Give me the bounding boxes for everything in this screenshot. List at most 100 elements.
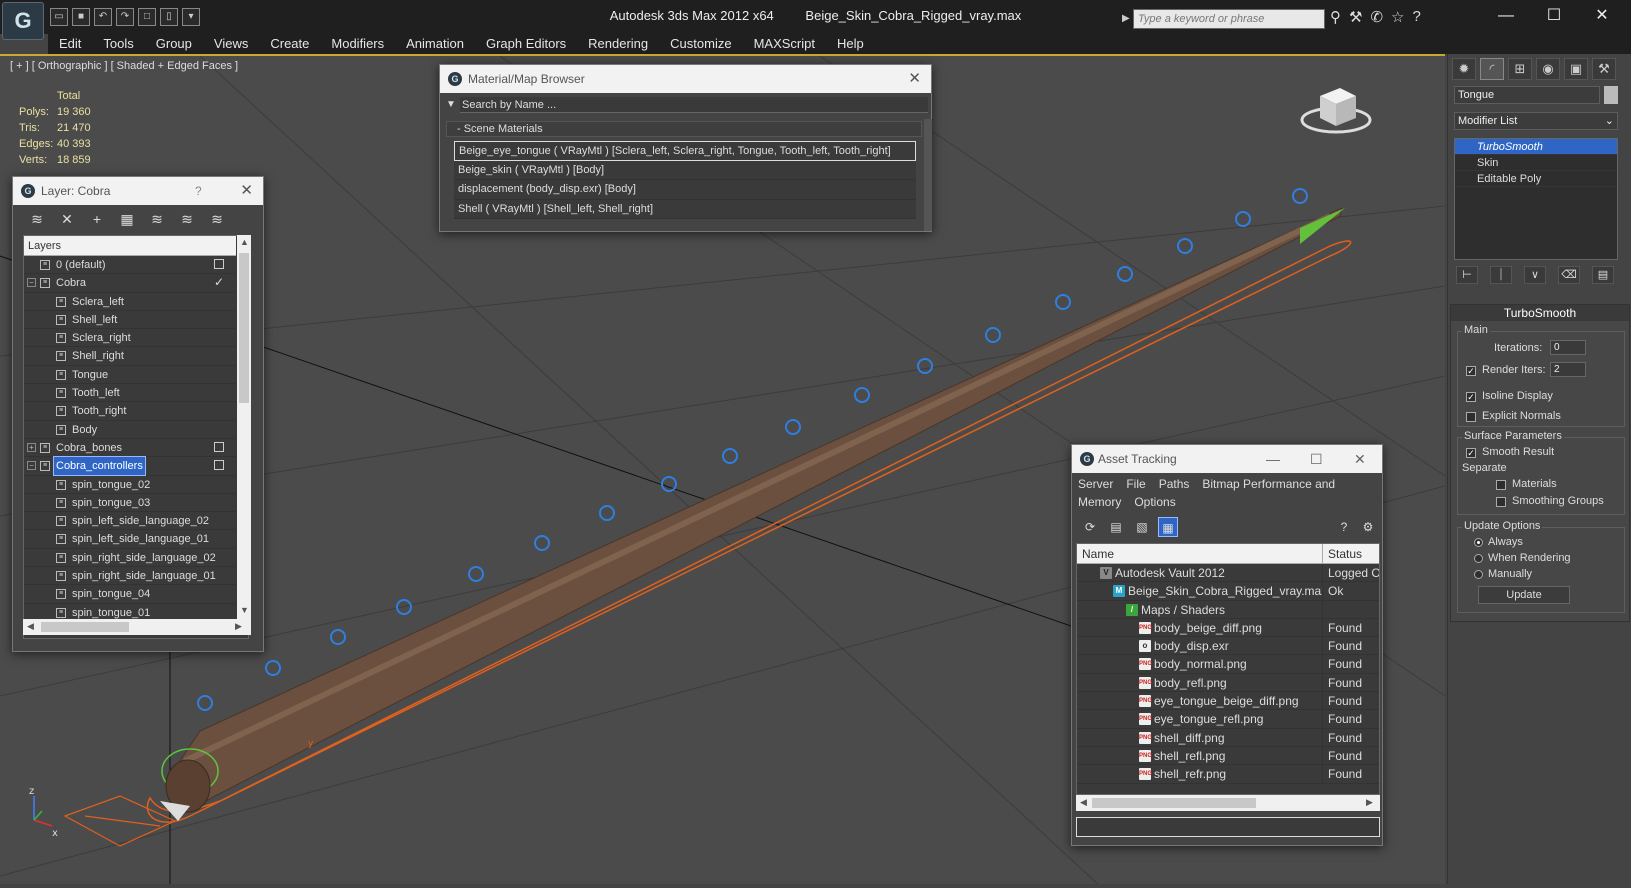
layer-row[interactable]: ≡ Body bbox=[24, 421, 236, 439]
undo-icon[interactable]: ↶ bbox=[94, 8, 112, 26]
scroll-up-icon[interactable]: ▲ bbox=[240, 237, 249, 247]
smooth-result-checkbox[interactable]: ✓ bbox=[1466, 448, 1476, 458]
layer-row[interactable]: ≡ 0 (default) bbox=[24, 256, 236, 275]
pin-stack-icon[interactable]: ⊢ bbox=[1456, 266, 1478, 284]
stack-item-turbosmooth[interactable]: TurboSmooth bbox=[1455, 139, 1617, 155]
layer-list-header[interactable]: Layers bbox=[24, 236, 236, 256]
maximize-icon[interactable]: ☐ bbox=[1530, 5, 1578, 27]
isoline-display-checkbox[interactable]: ✓ bbox=[1466, 392, 1476, 402]
minimize-icon[interactable]: — bbox=[1482, 5, 1530, 27]
maximize-icon[interactable]: ☐ bbox=[1310, 445, 1323, 473]
list-view-icon[interactable]: ▤ bbox=[1106, 517, 1126, 537]
fetch-icon[interactable]: ▯ bbox=[160, 8, 178, 26]
menu-views[interactable]: Views bbox=[203, 34, 259, 54]
asset-row[interactable]: PNG eye_tongue_beige_diff.png Found bbox=[1077, 692, 1379, 711]
scene-materials-group[interactable]: - Scene Materials bbox=[446, 121, 922, 137]
thumbnail-view-icon[interactable]: ▧ bbox=[1132, 517, 1152, 537]
scroll-down-icon[interactable]: ▼ bbox=[240, 605, 249, 615]
hierarchy-tab-icon[interactable]: ⊞ bbox=[1508, 58, 1532, 80]
help-icon[interactable]: ? bbox=[1334, 517, 1354, 537]
layer-row[interactable]: ≡ spin_tongue_04 bbox=[24, 585, 236, 604]
asset-horizontal-scrollbar[interactable]: ◀ ▶ bbox=[1076, 795, 1380, 811]
update-button[interactable]: Update bbox=[1478, 586, 1570, 604]
menu-help[interactable]: Help bbox=[826, 34, 875, 54]
close-icon[interactable]: ✕ bbox=[1354, 445, 1366, 473]
render-iters-spinner[interactable]: 2 bbox=[1550, 362, 1586, 377]
manually-radio[interactable] bbox=[1474, 570, 1483, 579]
menu-tools[interactable]: Tools bbox=[92, 34, 144, 54]
when-rendering-radio[interactable] bbox=[1474, 554, 1483, 563]
asset-row[interactable]: VAutodesk Vault 2012 Logged Out bbox=[1077, 564, 1379, 583]
menu-customize[interactable]: Customize bbox=[659, 34, 742, 54]
asset-row[interactable]: PNG shell_diff.png Found bbox=[1077, 728, 1379, 747]
minimize-icon[interactable]: — bbox=[1266, 445, 1280, 473]
asset-menu-server[interactable]: Server bbox=[1078, 477, 1113, 491]
layer-row[interactable]: ≡ Sclera_left bbox=[24, 293, 236, 311]
viewport-label[interactable]: [ + ] [ Orthographic ] [ Shaded + Edged … bbox=[10, 60, 238, 72]
delete-layer-icon[interactable]: ✕ bbox=[57, 209, 77, 229]
add-to-layer-icon[interactable]: + bbox=[87, 209, 107, 229]
layer-hscroll-thumb[interactable] bbox=[41, 622, 129, 632]
layer-row[interactable]: ≡ Tongue bbox=[24, 366, 236, 385]
asset-menu-options[interactable]: Options bbox=[1134, 495, 1175, 509]
asset-row[interactable]: PNG body_normal.png Found bbox=[1077, 655, 1379, 674]
always-radio[interactable] bbox=[1474, 538, 1483, 547]
asset-row[interactable]: M Beige_Skin_Cobra_Rigged_vray.max Ok bbox=[1077, 582, 1379, 601]
layer-row[interactable]: ≡ spin_tongue_02 bbox=[24, 476, 236, 494]
layer-row[interactable]: ≡ Tooth_right bbox=[24, 402, 236, 421]
materials-checkbox[interactable] bbox=[1496, 480, 1506, 490]
highlight-layer-icon[interactable]: ≋ bbox=[147, 209, 167, 229]
asset-row[interactable]: PNG shell_refr.png Found bbox=[1077, 765, 1379, 784]
layer-row[interactable]: ≡ spin_left_side_language_01 bbox=[24, 530, 236, 549]
asset-tracking-titlebar[interactable]: G Asset Tracking — ☐ ✕ bbox=[1072, 445, 1382, 473]
favorites-star-icon[interactable]: ☆ bbox=[1391, 8, 1404, 26]
table-view-icon[interactable]: ▦ bbox=[1158, 517, 1178, 537]
qat-dropdown-icon[interactable]: ▾ bbox=[182, 8, 200, 26]
app-logo-icon[interactable]: G bbox=[2, 2, 44, 40]
render-iters-checkbox[interactable]: ✓ bbox=[1466, 366, 1476, 376]
layer-row[interactable]: ≡ Shell_right bbox=[24, 347, 236, 366]
material-row[interactable]: displacement (body_disp.exr) [Body] bbox=[454, 180, 916, 200]
close-icon[interactable]: ✕ bbox=[908, 65, 921, 93]
explicit-normals-checkbox[interactable] bbox=[1466, 412, 1476, 422]
menu-graph-editors[interactable]: Graph Editors bbox=[475, 34, 577, 54]
show-end-result-icon[interactable]: ⏐ bbox=[1490, 266, 1512, 284]
layer-row[interactable]: − ≡ Cobra_controllers bbox=[24, 456, 236, 477]
help-icon[interactable]: ? bbox=[1412, 8, 1420, 26]
asset-row[interactable]: o body_disp.exr Found bbox=[1077, 637, 1379, 656]
scroll-left-icon[interactable]: ◀ bbox=[27, 621, 34, 632]
asset-menu-paths[interactable]: Paths bbox=[1159, 477, 1190, 491]
configure-sets-icon[interactable]: ▤ bbox=[1592, 266, 1614, 284]
menu-maxscript[interactable]: MAXScript bbox=[743, 34, 826, 54]
help-icon[interactable]: ? bbox=[195, 177, 202, 205]
asset-row[interactable]: PNG body_refl.png Found bbox=[1077, 673, 1379, 693]
smoothing-groups-checkbox[interactable] bbox=[1496, 497, 1506, 507]
layer-scroll-thumb[interactable] bbox=[239, 253, 249, 403]
material-row[interactable]: Shell ( VRayMtl ) [Shell_left, Shell_rig… bbox=[454, 199, 916, 219]
layer-row[interactable]: ≡ Tooth_left bbox=[24, 384, 236, 403]
material-search-input[interactable]: Search by Name ... bbox=[460, 97, 928, 113]
material-browser-titlebar[interactable]: G Material/Map Browser ✕ bbox=[440, 65, 931, 93]
scroll-left-icon[interactable]: ◀ bbox=[1080, 797, 1087, 808]
utilities-tab-icon[interactable]: ⚒ bbox=[1592, 58, 1616, 80]
hide-toggle-icon[interactable] bbox=[214, 460, 224, 471]
asset-row[interactable]: PNG body_beige_diff.png Found bbox=[1077, 618, 1379, 638]
freeze-all-layers-icon[interactable]: ≋ bbox=[207, 209, 227, 229]
layer-row[interactable]: ≡ spin_left_side_language_02 bbox=[24, 512, 236, 531]
layer-row[interactable]: ≡ spin_right_side_language_02 bbox=[24, 549, 236, 568]
modify-tab-icon[interactable]: ◜ bbox=[1480, 58, 1504, 80]
close-icon[interactable]: ✕ bbox=[1578, 5, 1626, 27]
keyword-search-input[interactable]: Type a keyword or phrase bbox=[1133, 9, 1325, 29]
asset-menu-file[interactable]: File bbox=[1126, 477, 1145, 491]
modifier-list-dropdown[interactable]: Modifier List ⌄ bbox=[1454, 112, 1618, 130]
hide-toggle-icon[interactable] bbox=[214, 259, 224, 269]
layer-horizontal-scrollbar[interactable]: ◀ ▶ bbox=[23, 619, 251, 635]
menu-group[interactable]: Group bbox=[145, 34, 203, 54]
open-file-icon[interactable]: ▭ bbox=[50, 8, 68, 26]
select-objects-icon[interactable]: ▦ bbox=[117, 209, 137, 229]
search-expand-icon[interactable]: ▶ bbox=[1122, 10, 1132, 28]
stack-item-skin[interactable]: Skin bbox=[1455, 155, 1617, 171]
iterations-spinner[interactable]: 0 bbox=[1550, 340, 1586, 355]
layer-vertical-scrollbar[interactable]: ▲ ▼ bbox=[237, 235, 251, 619]
asset-row[interactable]: PNG shell_refl.png Found bbox=[1077, 746, 1379, 766]
